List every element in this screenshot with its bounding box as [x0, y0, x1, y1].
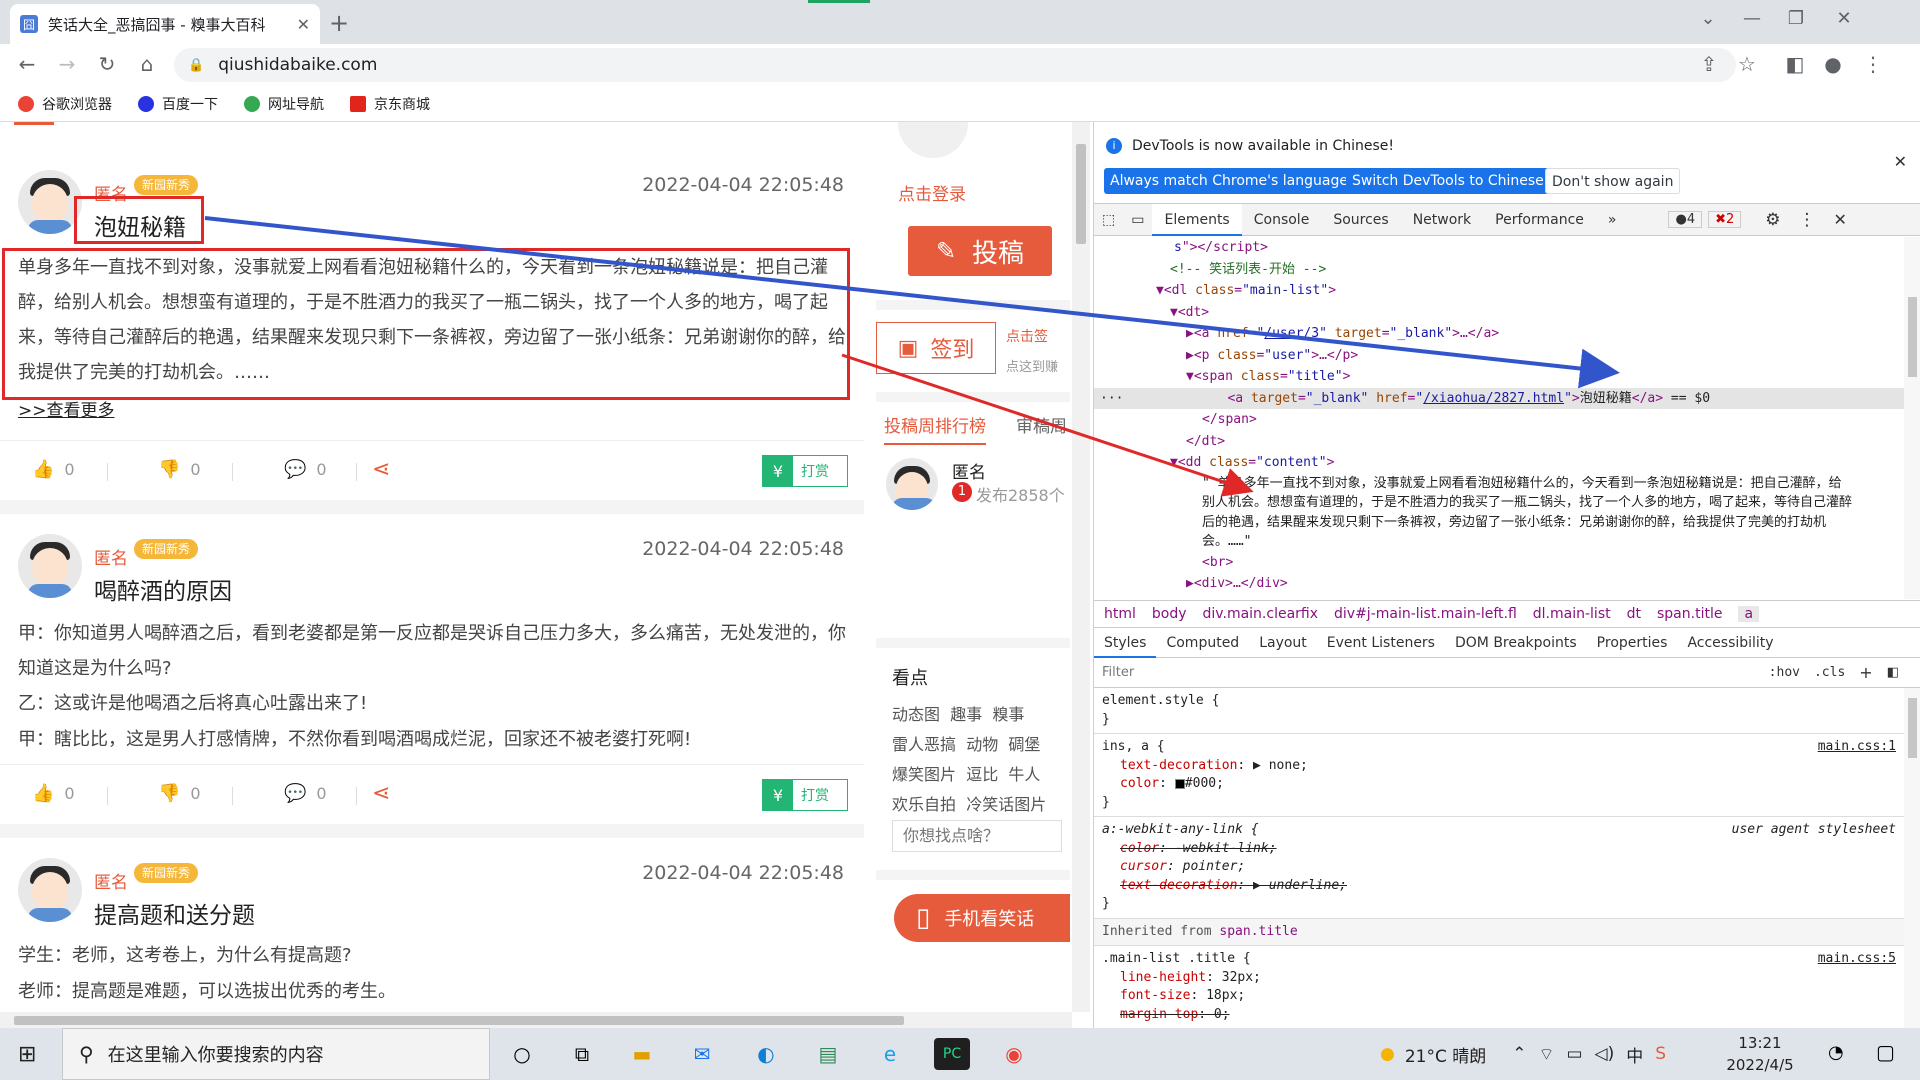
tray-chevron-icon[interactable]: ⌃ [1512, 1044, 1526, 1064]
system-tray: ● 21°C 晴朗 ⌃ ⌔ ▭ ◁) 中 S [1380, 1028, 1666, 1080]
file-explorer-icon[interactable]: ▬ [624, 1038, 660, 1070]
arrow-title-to-dom [204, 216, 1620, 389]
chrome-taskbar-icon[interactable]: ◉ [996, 1038, 1032, 1070]
edge-icon[interactable]: ◐ [748, 1038, 784, 1070]
weather-sun-icon: ● [1380, 1044, 1395, 1064]
clock-settings-icon[interactable]: ◔ [1828, 1042, 1844, 1063]
volume-icon[interactable]: ◁) [1595, 1044, 1615, 1064]
windows-start-icon[interactable]: ⊞ [18, 1042, 36, 1067]
search-icon: ⚲ [79, 1042, 94, 1066]
taskbar-search[interactable]: ⚲ 在这里输入你要搜索的内容 [62, 1028, 490, 1080]
taskbar-clock[interactable]: 13:21 2022/4/5 [1700, 1032, 1820, 1076]
notepad-icon[interactable]: ▤ [810, 1038, 846, 1070]
ime-icon[interactable]: 中 [1626, 1042, 1643, 1067]
network-icon[interactable]: ⌔ [1539, 1044, 1555, 1065]
app-tray-icon[interactable]: S [1655, 1044, 1666, 1064]
notification-icon[interactable]: ▢ [1876, 1040, 1895, 1064]
task-view-icon[interactable]: ⧉ [564, 1038, 600, 1070]
mail-icon[interactable]: ✉ [684, 1038, 720, 1070]
pycharm-icon[interactable]: PC [934, 1038, 970, 1070]
battery-icon[interactable]: ▭ [1566, 1044, 1582, 1064]
cortana-icon[interactable]: ○ [504, 1038, 540, 1070]
weather-text[interactable]: 21°C 晴朗 [1405, 1042, 1486, 1067]
windows-taskbar: ⊞ ⚲ 在这里输入你要搜索的内容 ○ ⧉ ▬ ✉ ◐ ▤ e PC ◉ ● 21… [0, 1028, 1920, 1080]
arrow-content-to-dom [841, 353, 1254, 497]
annotation-arrows [204, 216, 1620, 497]
ie-icon[interactable]: e [872, 1038, 908, 1070]
